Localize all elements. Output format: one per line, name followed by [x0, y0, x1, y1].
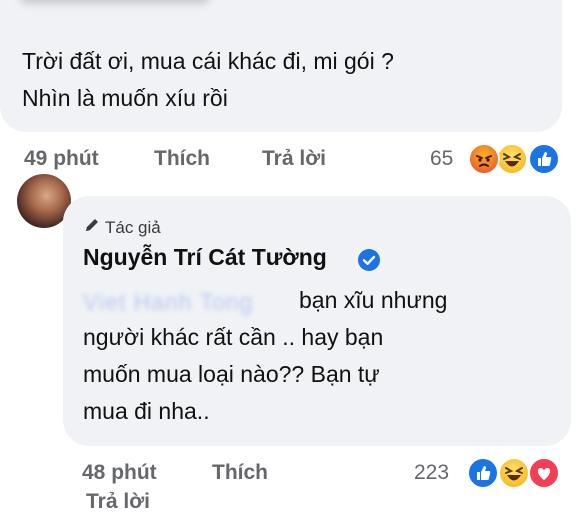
reply-button[interactable]: Trả lời [86, 490, 150, 514]
reply-button[interactable]: Trả lời [262, 147, 326, 171]
author-name[interactable]: Nguyễn Trí Cát Tường [83, 244, 327, 271]
reply-timestamp[interactable]: 48 phút [82, 461, 157, 485]
love-icon[interactable] [528, 457, 560, 489]
reaction-count[interactable]: 223 [414, 461, 449, 485]
verified-badge-icon [358, 249, 380, 271]
like-button[interactable]: Thích [212, 461, 268, 485]
reply-text: người khác rất cần .. hay bạn muốn mua l… [83, 319, 553, 430]
comment-timestamp[interactable]: 49 phút [24, 147, 99, 171]
haha-icon[interactable] [498, 457, 530, 489]
comment-text-line: Trời đất ơi, mua cái khác đi, mi gói ? [22, 48, 394, 74]
reply-text-line: người khác rất cần .. hay bạn [83, 324, 384, 350]
comment-text-line: Nhìn là muốn xíu rồi [22, 85, 228, 111]
comment-text: Trời đất ơi, mua cái khác đi, mi gói ? N… [22, 43, 552, 117]
reaction-count[interactable]: 65 [430, 147, 453, 171]
reply-text-line: mua đi nha.. [83, 398, 210, 424]
like-icon[interactable] [528, 143, 560, 175]
author-badge: Tác giả [105, 218, 161, 237]
like-button[interactable]: Thích [154, 147, 210, 171]
reply-text-line: muốn mua loại nào?? Bạn tự [83, 361, 380, 387]
mentioned-user-link[interactable]: Viet Hanh Tong [83, 289, 287, 317]
angry-icon[interactable] [468, 143, 500, 175]
like-icon[interactable] [467, 457, 499, 489]
pencil-icon [86, 219, 98, 231]
blurred-commenter-name [20, 0, 210, 4]
haha-icon[interactable] [496, 143, 528, 175]
reply-text-line: bạn xĩu nhưng [299, 287, 448, 313]
